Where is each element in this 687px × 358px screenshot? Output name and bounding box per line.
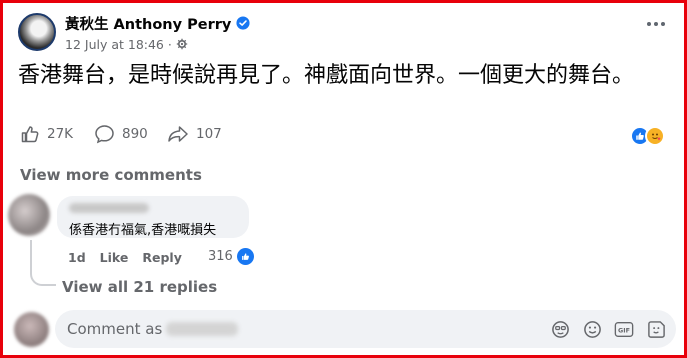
author-avatar[interactable] [18, 13, 56, 51]
share-button[interactable]: 107 [167, 124, 222, 144]
care-reaction-icon [645, 126, 665, 146]
comment-age[interactable]: 1d [68, 250, 86, 265]
svg-text:GIF: GIF [618, 327, 630, 334]
comment-like-summary[interactable]: 316 [208, 248, 254, 265]
composer-tools: GIF [550, 319, 666, 339]
comment-meta: 1d Like Reply [68, 250, 182, 265]
comment-like-button[interactable]: Like [100, 250, 129, 265]
verified-badge-icon [236, 16, 250, 30]
author-name-row: 黃秋生 Anthony Perry [65, 13, 250, 34]
comment-bubble-icon [95, 125, 114, 144]
sticker-alt-icon[interactable] [646, 319, 666, 339]
view-replies-link[interactable]: View all 21 replies [62, 278, 217, 296]
globe-settings-icon [176, 38, 188, 50]
emoji-icon[interactable] [582, 319, 602, 339]
comment-like-count: 316 [208, 249, 233, 264]
post-date[interactable]: 12 July at 18:46 [65, 37, 164, 52]
comment-text: 係香港冇福氣,香港嘅損失 [69, 223, 217, 238]
sticker-icon[interactable] [550, 319, 570, 339]
post-time-row: 12 July at 18:46 · [65, 37, 250, 52]
comment-count: 890 [122, 126, 148, 142]
current-user-name [166, 322, 239, 336]
post-text: 香港舞台，是時候說再見了。神戲面向世界。一個更大的舞台。 [18, 63, 635, 88]
more-options-icon[interactable] [647, 22, 665, 26]
comment-bubble: 係香港冇福氣,香港嘅損失 [57, 196, 249, 238]
like-button[interactable]: 27K [20, 124, 73, 144]
comment-reply-button[interactable]: Reply [142, 250, 181, 265]
gif-icon[interactable]: GIF [614, 319, 634, 339]
reaction-summary[interactable] [630, 126, 665, 146]
commenter-avatar[interactable] [8, 194, 50, 236]
comment-input[interactable]: Comment as GIF [55, 310, 676, 348]
author-meta: 黃秋生 Anthony Perry 12 July at 18:46 · [65, 13, 250, 52]
like-reaction-icon [236, 248, 254, 265]
current-user-avatar[interactable] [14, 312, 49, 347]
view-more-comments-link[interactable]: View more comments [20, 166, 202, 184]
reply-thread-line [30, 240, 56, 286]
like-thumb-icon [21, 126, 39, 143]
post-header: 黃秋生 Anthony Perry 12 July at 18:46 · [18, 12, 250, 52]
comment-composer: Comment as GIF [14, 310, 676, 348]
author-name[interactable]: 黃秋生 Anthony Perry [65, 13, 231, 34]
comment-button[interactable]: 890 [94, 124, 148, 144]
comment-placeholder: Comment as [67, 320, 163, 338]
commenter-name[interactable] [69, 203, 149, 213]
share-arrow-icon [168, 126, 188, 142]
like-count: 27K [47, 126, 74, 142]
share-count: 107 [196, 126, 222, 142]
post-actions: 27K 890 107 [20, 124, 675, 152]
